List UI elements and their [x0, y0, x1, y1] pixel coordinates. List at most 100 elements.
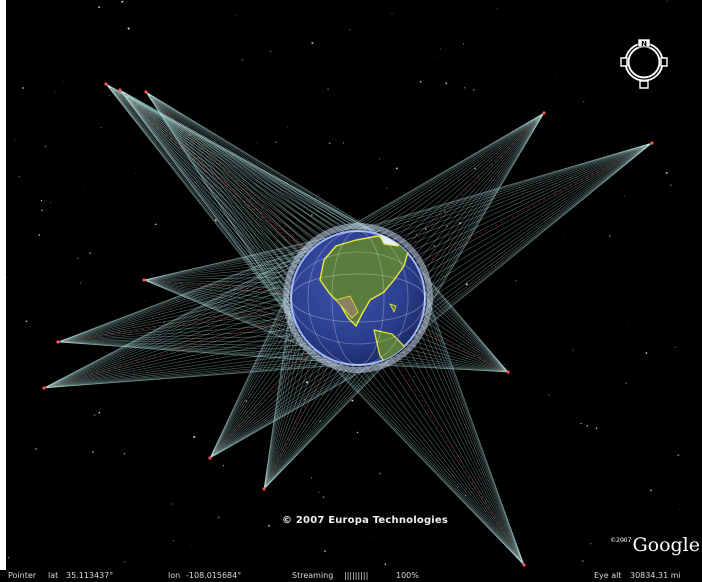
star: [445, 82, 448, 85]
satellite-marker: [208, 456, 212, 460]
star: [379, 158, 381, 160]
star: [645, 352, 648, 354]
star: [586, 425, 589, 427]
star: [349, 29, 351, 31]
latitude-value: 35.113437°: [66, 571, 114, 580]
star: [413, 376, 415, 378]
star: [415, 233, 417, 235]
satellite-marker: [262, 487, 266, 491]
star: [123, 20, 124, 22]
star: [22, 87, 24, 89]
star: [98, 411, 101, 414]
star: [595, 427, 598, 429]
star: [92, 451, 95, 454]
star: [436, 56, 438, 58]
star: [580, 422, 582, 425]
star: [222, 464, 225, 467]
star: [40, 199, 43, 202]
satellite-marker: [142, 278, 146, 282]
star: [356, 431, 359, 434]
star: [590, 543, 592, 545]
star: [673, 292, 675, 294]
star: [461, 4, 462, 5]
compass-north-label: N: [641, 40, 647, 48]
satellite-marker: [104, 82, 108, 86]
star: [256, 142, 258, 144]
star: [583, 101, 585, 103]
star: [25, 320, 28, 323]
star: [670, 184, 672, 186]
star: [625, 382, 627, 384]
star: [555, 77, 557, 79]
star: [193, 436, 196, 438]
compass-right-arrow: [660, 57, 668, 67]
star: [311, 41, 314, 45]
star: [515, 280, 517, 281]
star: [342, 142, 345, 144]
star: [121, 0, 124, 3]
star: [623, 195, 625, 197]
star: [311, 214, 313, 216]
star: [154, 223, 157, 226]
star: [395, 167, 398, 170]
star: [268, 524, 270, 527]
star: [327, 88, 329, 90]
star: [127, 27, 130, 30]
star: [548, 394, 550, 396]
satellite-marker: [522, 563, 526, 567]
star: [93, 414, 96, 417]
map-viewport[interactable]: N © 2007 Europa Technologies ©2007Google: [6, 0, 702, 570]
star: [235, 15, 237, 17]
star: [439, 48, 441, 50]
star: [679, 508, 681, 510]
logo-copyright-year: ©2007: [610, 537, 632, 544]
status-bar: Pointer lat 35.113437° lon -108.015684° …: [0, 570, 702, 582]
star: [44, 145, 47, 148]
navigation-compass[interactable]: N: [618, 36, 670, 98]
star: [123, 452, 126, 455]
star: [172, 540, 174, 542]
star: [472, 89, 475, 91]
star: [462, 43, 465, 45]
latitude-label: lat: [48, 571, 59, 580]
star: [581, 560, 584, 563]
eye-altitude-value: 30834.31 mi: [630, 571, 681, 580]
google-logo: ©2007Google: [610, 534, 700, 556]
star: [665, 171, 668, 175]
map-copyright: © 2007 Europa Technologies: [282, 515, 449, 526]
star: [18, 175, 21, 178]
star: [386, 187, 388, 189]
star: [241, 58, 244, 61]
satellite-marker: [56, 340, 60, 344]
star: [572, 349, 574, 351]
star: [144, 300, 146, 302]
eye-altitude-label: Eye alt: [594, 571, 622, 580]
star: [89, 252, 92, 255]
star: [7, 556, 10, 559]
star: [269, 50, 272, 53]
star: [564, 234, 565, 236]
earth-globe: [283, 223, 433, 373]
star: [38, 234, 41, 236]
longitude-value: -108.015684°: [186, 571, 242, 580]
star: [79, 282, 82, 284]
star: [282, 161, 284, 163]
star: [54, 91, 56, 93]
star: [100, 126, 102, 129]
star: [84, 186, 85, 188]
compass-left-arrow: [620, 57, 628, 67]
star: [123, 561, 126, 563]
star: [324, 550, 327, 553]
star: [328, 142, 331, 145]
star: [510, 182, 511, 183]
star: [419, 80, 422, 83]
star: [59, 501, 61, 503]
longitude-label: lon: [168, 571, 181, 580]
satellite-marker: [542, 111, 546, 115]
satellite-marker: [144, 90, 148, 94]
pointer-label: Pointer: [8, 571, 37, 580]
star: [182, 269, 183, 271]
streaming-percent: 100%: [396, 571, 419, 580]
star: [424, 228, 427, 230]
star: [378, 472, 381, 475]
